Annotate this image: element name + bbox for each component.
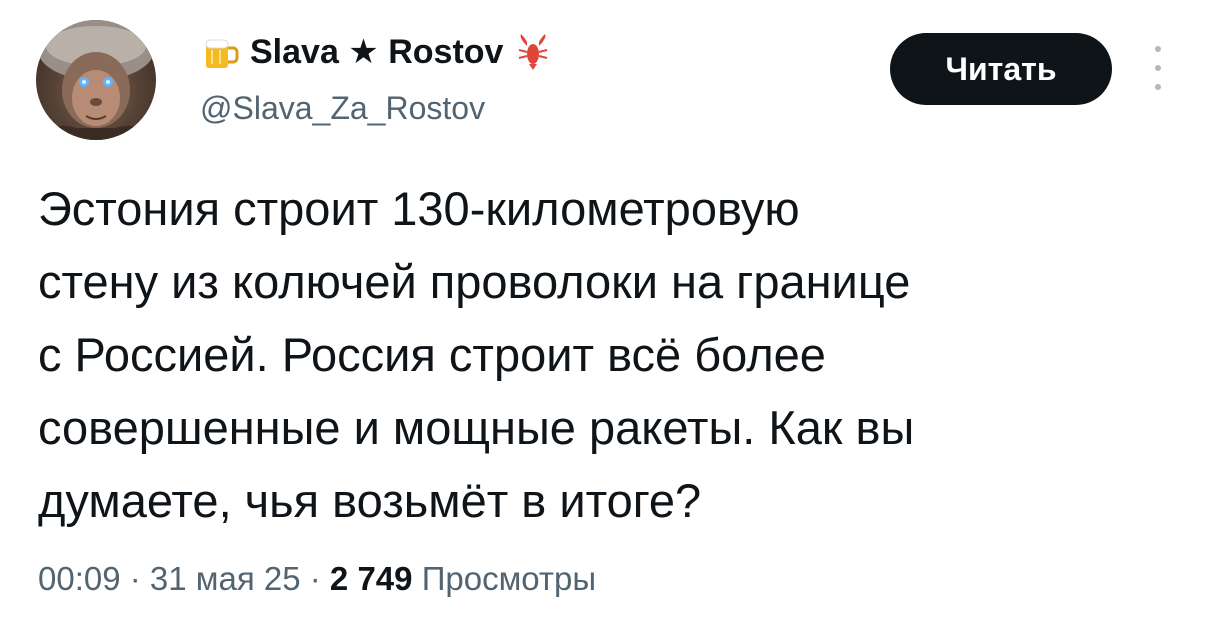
views-label: Просмотры [421,560,597,597]
tweet-text: Эстония строит 130-километровую стену из… [38,182,915,527]
dot [1155,46,1161,52]
tweet-date[interactable]: 31 мая 25 [150,560,301,598]
dot [1155,65,1161,71]
meta-separator: · [120,560,150,597]
vertical-ellipsis-icon[interactable] [1148,46,1168,90]
views-spacer [413,560,422,598]
author-display-name: Slava ★ Rostov [250,33,504,71]
tweet-card: Slava ★ Rostov @Slava_Za_Rostov Читать Э… [0,0,1220,637]
views-count: 2 749 [329,560,413,597]
beer-mug-icon [205,39,239,68]
meta-separator: · [300,560,330,597]
monkey-avatar-icon [36,20,156,140]
author-name-row[interactable]: Slava ★ Rostov [200,30,553,74]
author-avatar[interactable] [36,20,156,140]
tweet-time[interactable]: 00:09 [38,560,121,598]
dot [1155,84,1161,90]
author-handle[interactable]: @Slava_Za_Rostov [200,90,485,127]
lobster-icon [519,34,548,70]
tweet-meta: 00:09 · 31 мая 25 · 2 749 Просмотры [38,560,596,598]
follow-button[interactable]: Читать [890,33,1112,105]
